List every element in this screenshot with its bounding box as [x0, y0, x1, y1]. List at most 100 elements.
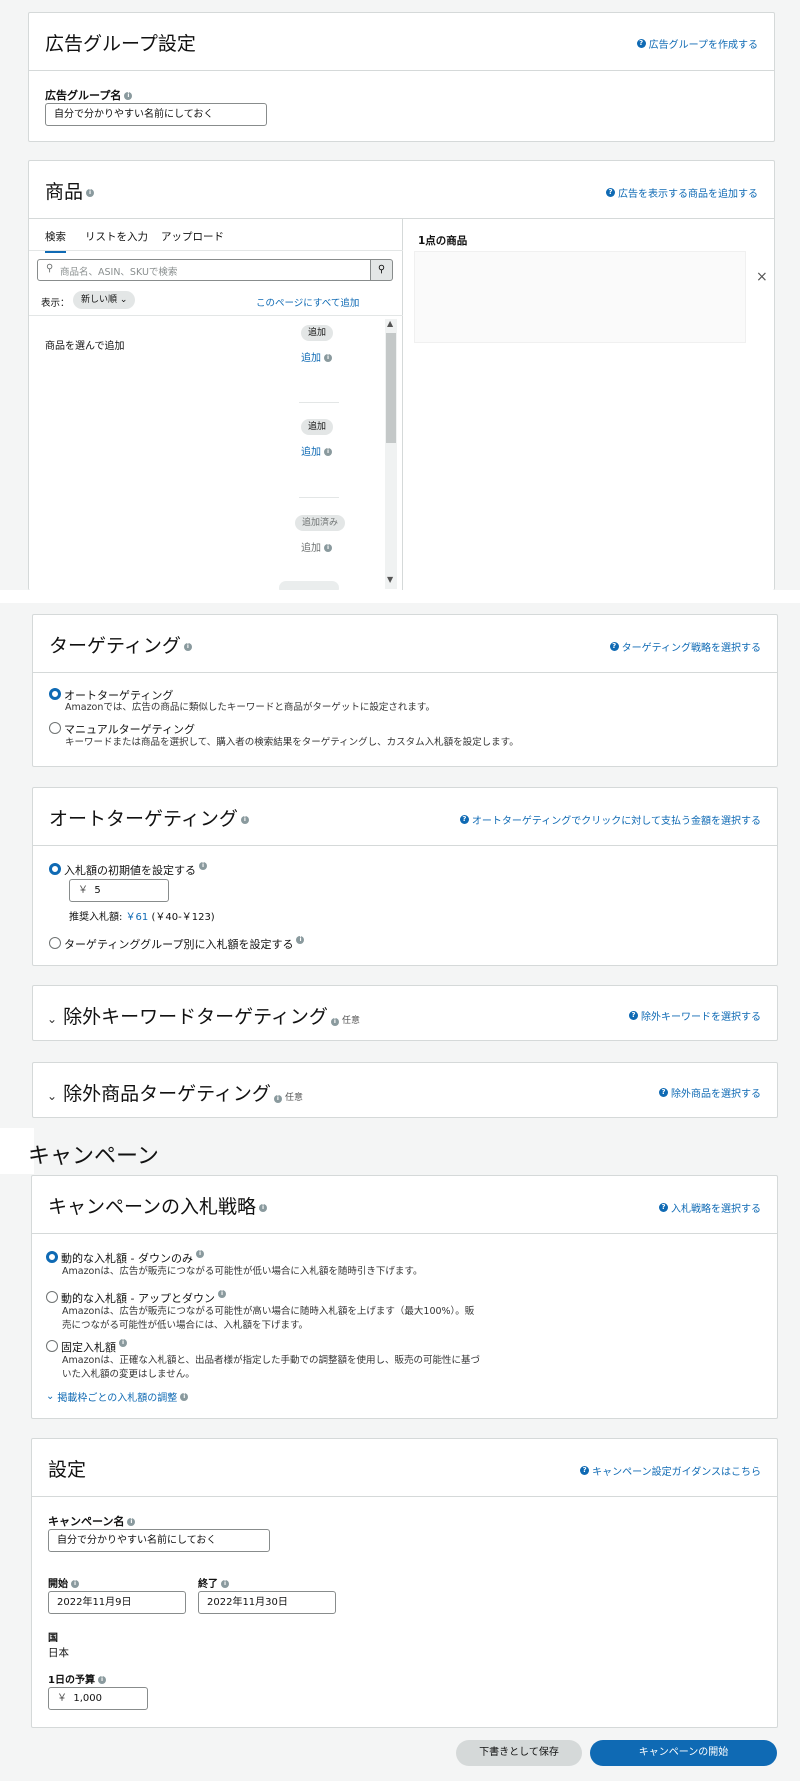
chevron-down-icon[interactable]: ⌄: [47, 1089, 57, 1103]
negative-keyword-link[interactable]: ? 除外キーワードを選択する: [629, 1008, 761, 1023]
radio-group-bid[interactable]: ターゲティンググループ別に入札額を設定する i: [49, 936, 305, 952]
add-link[interactable]: 追加 i: [301, 443, 332, 458]
ad-group-title: 広告グループ設定: [45, 33, 196, 55]
bid-strategy-help-link[interactable]: ? 入札戦略を選択する: [659, 1200, 761, 1215]
auto-targeting-help-link[interactable]: ? オートターゲティングでクリックに対して支払う金額を選択する: [459, 812, 761, 827]
help-icon: ?: [659, 1203, 668, 1212]
settings-card-header: 設定 ? キャンペーン設定ガイダンスはこちら: [32, 1439, 777, 1497]
add-button[interactable]: 追加: [301, 325, 334, 341]
info-icon: i: [217, 1290, 226, 1298]
radio-checked[interactable]: [49, 688, 61, 700]
tab-enter-list[interactable]: リストを入力: [85, 229, 148, 244]
info-icon: i: [86, 188, 95, 197]
info-icon: i: [119, 1339, 127, 1347]
targeting-card: ターゲティング i ? ターゲティング戦略を選択する オートターゲティング Ama…: [32, 614, 778, 767]
ad-group-card-header: 広告グループ設定 ? 広告グループを作成する: [29, 13, 774, 71]
ad-group-name-input[interactable]: 自分で分かりやすい名前にしておく: [45, 103, 267, 126]
campaign-guidance-link[interactable]: ? キャンペーン設定ガイダンスはこちら: [580, 1463, 761, 1478]
scrollbar[interactable]: ▲ ▼: [385, 319, 397, 589]
info-icon: i: [183, 642, 192, 651]
dynamic-up-down-desc: Amazonは、広告が販売につながる可能性が高い場合に随時入札額を上げます（最大…: [62, 1306, 475, 1317]
tab-upload[interactable]: アップロード: [161, 229, 224, 244]
divider: [299, 402, 339, 403]
radio-fixed-bid[interactable]: 固定入札額 i: [46, 1339, 127, 1355]
start-date-input[interactable]: 2022年11月9日: [48, 1591, 186, 1614]
negative-keyword-card[interactable]: ⌄ 除外キーワードターゲティング i 任意 ? 除外キーワードを選択する: [32, 985, 778, 1041]
help-icon: ?: [629, 1011, 638, 1020]
product-search-pane: 検索 リストを入力 アップロード ⚲ 商品名、ASIN、SKUで検索 ⚲ 表示：…: [29, 219, 403, 590]
chevron-down-icon: ⌄: [46, 1391, 55, 1402]
suggested-bid: 推奨入札額: ￥61 (￥40-￥123): [69, 912, 215, 923]
help-icon: ?: [459, 815, 469, 824]
fixed-bid-desc: Amazonは、正確な入札額と、出品者様が指定した手動での調整額を使用し、販売の…: [62, 1355, 481, 1366]
add-link[interactable]: 追加 i: [301, 349, 332, 364]
products-card: 商品 i ? 広告を表示する商品を追加する 検索 リストを入力 アップロード ⚲ …: [28, 160, 775, 590]
scroll-down-icon[interactable]: ▼: [387, 575, 393, 584]
info-icon: i: [71, 1580, 79, 1588]
close-icon[interactable]: ×: [756, 269, 768, 285]
ad-group-card: 広告グループ設定 ? 広告グループを作成する 広告グループ名 i 自分で分かりやす…: [28, 12, 775, 142]
radio-unchecked[interactable]: [49, 937, 61, 949]
add-products-link[interactable]: ? 広告を表示する商品を追加する: [606, 185, 758, 200]
create-ad-group-link[interactable]: ? 広告グループを作成する: [636, 36, 758, 51]
info-icon: i: [324, 544, 332, 552]
dynamic-down-desc: Amazonは、広告が販売につながる可能性が低い場合に入札額を随時引き下げます。: [62, 1266, 423, 1277]
product-search-input[interactable]: ⚲ 商品名、ASIN、SKUで検索: [37, 259, 371, 281]
radio-unchecked[interactable]: [46, 1291, 58, 1303]
scrollbar-thumb[interactable]: [386, 333, 396, 443]
add-button[interactable]: 追加: [301, 419, 334, 435]
info-icon: i: [124, 92, 133, 100]
radio-unchecked[interactable]: [46, 1340, 58, 1352]
radio-default-bid[interactable]: 入札額の初期値を設定する i: [49, 862, 207, 878]
negative-product-link[interactable]: ? 除外商品を選択する: [659, 1085, 761, 1100]
info-icon: i: [324, 354, 332, 362]
radio-unchecked[interactable]: [49, 722, 61, 734]
tab-search[interactable]: 検索: [45, 229, 66, 253]
info-icon: i: [324, 448, 332, 456]
negative-product-header[interactable]: ⌄ 除外商品ターゲティング i 任意: [47, 1079, 303, 1106]
daily-budget-input[interactable]: ￥ 1,000: [48, 1687, 148, 1710]
product-tabs: 検索 リストを入力 アップロード: [29, 219, 403, 253]
placement-adjust-link[interactable]: ⌄ 掲載枠ごとの入札額の調整 i: [46, 1389, 189, 1404]
info-icon: i: [221, 1580, 229, 1588]
info-icon: i: [180, 1392, 189, 1401]
radio-manual-targeting[interactable]: マニュアルターゲティング: [49, 721, 195, 737]
chevron-down-icon[interactable]: ⌄: [47, 1012, 57, 1026]
search-button[interactable]: ⚲: [371, 259, 393, 281]
launch-campaign-button[interactable]: キャンペーンの開始: [590, 1740, 777, 1766]
end-date-input[interactable]: 2022年11月30日: [198, 1591, 336, 1614]
targeting-strategy-link[interactable]: ? ターゲティング戦略を選択する: [609, 639, 761, 654]
radio-checked[interactable]: [46, 1251, 58, 1263]
campaign-heading: キャンペーン: [28, 1144, 159, 1169]
radio-checked[interactable]: [49, 863, 61, 875]
scroll-up-icon[interactable]: ▲: [387, 319, 393, 328]
auto-targeting-card-header: オートターゲティング i ? オートターゲティングでクリックに対して支払う金額を選…: [33, 788, 777, 846]
sort-dropdown[interactable]: 新しい順 ⌄: [73, 291, 136, 309]
display-label: 表示：: [41, 298, 70, 309]
chevron-down-icon: ⌄: [119, 295, 128, 305]
info-icon: i: [259, 1203, 268, 1212]
info-icon: i: [97, 1676, 106, 1684]
auto-targeting-desc: Amazonでは、広告の商品に類似したキーワードと商品がターゲットに設定されます…: [65, 702, 435, 713]
settings-card: 設定 ? キャンペーン設定ガイダンスはこちら キャンペーン名 i 自分で分かりやす…: [31, 1438, 778, 1728]
ad-group-name-label: 広告グループ名 i: [45, 87, 133, 103]
info-icon: i: [296, 936, 305, 944]
bid-strategy-card-header: キャンペーンの入札戦略 i ? 入札戦略を選択する: [32, 1176, 777, 1234]
negative-product-card[interactable]: ⌄ 除外商品ターゲティング i 任意 ? 除外商品を選択する: [32, 1062, 778, 1118]
negative-keyword-header[interactable]: ⌄ 除外キーワードターゲティング i 任意: [47, 1002, 360, 1029]
campaign-name-input[interactable]: 自分で分かりやすい名前にしておく: [48, 1529, 270, 1552]
settings-title: 設定: [48, 1459, 87, 1481]
save-draft-button[interactable]: 下書きとして保存: [456, 1740, 582, 1766]
daily-budget-label: 1日の予算 i: [48, 1671, 106, 1686]
manual-targeting-desc: キーワードまたは商品を選択して、購入者の検索結果をターゲティングし、カスタム入札…: [65, 737, 519, 748]
end-date-label: 終了 i: [198, 1575, 229, 1590]
bid-strategy-title: キャンペーンの入札戦略 i: [48, 1192, 268, 1219]
help-icon: ?: [580, 1466, 590, 1475]
radio-dynamic-down[interactable]: 動的な入札額 - ダウンのみ i: [46, 1250, 204, 1266]
radio-dynamic-up-down[interactable]: 動的な入札額 - アップとダウン i: [46, 1290, 226, 1306]
info-icon: i: [195, 1250, 204, 1258]
divider: [29, 315, 403, 316]
default-bid-input[interactable]: ￥ 5: [69, 879, 169, 902]
add-all-link[interactable]: このページにすべて追加: [256, 295, 359, 309]
info-icon: i: [199, 862, 207, 870]
